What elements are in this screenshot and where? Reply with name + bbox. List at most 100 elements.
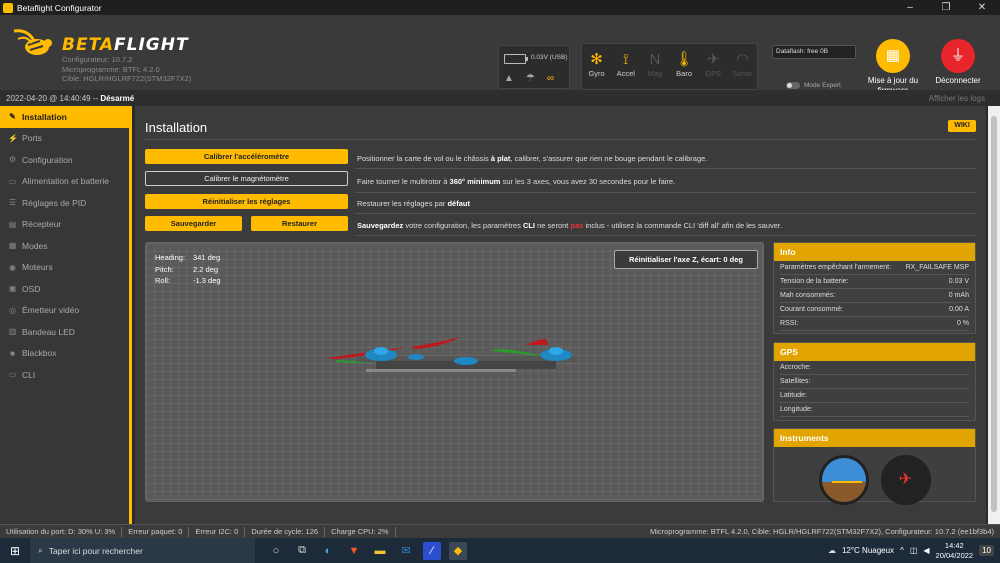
sidebar-item-configuration[interactable]: ⚙ Configuration (0, 149, 129, 171)
sensor-mag: N Mag (640, 44, 669, 89)
page-scrollbar[interactable] (988, 106, 1000, 524)
bee-logo-icon (13, 29, 52, 55)
windows-start-icon[interactable]: ⊞ (0, 544, 30, 558)
edge-icon[interactable]: ◐ (319, 542, 337, 560)
dataflash-status: Dataflash: free 0B (772, 45, 858, 71)
sidebar-item-bandeau-led[interactable]: ▥ Bandeau LED (0, 321, 129, 343)
info-title: Info (774, 243, 975, 261)
scrollbar-thumb[interactable] (991, 116, 997, 512)
configurator-version: Configurateur: 10.7.2 (62, 55, 133, 64)
calibrate-magnetometer-button[interactable]: Calibrer le magnétomètre (145, 171, 348, 186)
disconnect-button[interactable]: ⏚ Déconnecter (928, 39, 988, 86)
info-row: Paramètres empêchant l'armement: RX_FAILS… (780, 261, 969, 275)
info-row: Courant consommé: 0.00 A (780, 303, 969, 317)
sidebar-item--metteur-vid-o[interactable]: ◎ Émetteur vidéo (0, 300, 129, 322)
sidebar-item-alimentation-et-batterie[interactable]: ▭ Alimentation et batterie (0, 171, 129, 193)
info-row-value: RX_FAILSAFE MSP (905, 264, 969, 271)
window-title: Betaflight Configurator (17, 2, 102, 13)
update-firmware-button[interactable]: ▦ Mise à jour du firmware (862, 39, 924, 96)
reset-settings-button[interactable]: Réinitialiser les réglages (145, 194, 348, 209)
heading-value: 341 deg (193, 253, 221, 262)
task-view-icon[interactable]: ⧉ (293, 542, 311, 560)
sidebar-item-ports[interactable]: ⚡ Ports (0, 128, 129, 150)
sidebar-item-modes[interactable]: ▦ Modes (0, 235, 129, 257)
mail-icon[interactable]: ✉ (397, 542, 415, 560)
sidebar-item-cli[interactable]: ▭ CLI (0, 364, 129, 386)
betaflight-taskbar-icon[interactable]: ◆ (449, 541, 467, 560)
sidebar-item-installation[interactable]: ✎ Installation (0, 106, 129, 128)
info-row-value: 0 % (956, 320, 969, 327)
sidebar-item-r-glages-de-pid[interactable]: ☰ Réglages de PID (0, 192, 129, 214)
file-explorer-icon[interactable]: ▬ (371, 542, 389, 560)
info-row: RSSI: 0 % (780, 317, 969, 331)
wiki-button[interactable]: WIKI (948, 120, 976, 132)
heading-indicator-icon: ✈ (880, 455, 931, 505)
info-row-label: Tension de la batterie: (780, 278, 849, 285)
clock[interactable]: 14:42 20/04/2022 (936, 541, 974, 561)
calibrate-mag-description: Faire tourner le multirotor à 360° minim… (357, 177, 676, 186)
version-footer: Microprogramme: BTFL 4.2.0, Cible: HGLR/… (649, 527, 994, 536)
sidebar-item-osd[interactable]: ▣ OSD (0, 278, 129, 300)
toggle-switch[interactable] (786, 82, 800, 89)
sensor-gyro: ✻ Gyro (582, 44, 611, 89)
cycle-time: Durée de cycle: 126 (245, 526, 326, 537)
page-title: Installation (145, 120, 208, 135)
backup-button[interactable]: Sauvegarder (145, 216, 242, 231)
divider (355, 213, 976, 214)
sidebar-item-moteurs[interactable]: ◉ Moteurs (0, 257, 129, 279)
version-info: Configurateur: 10.7.2 Microprogramme: BT… (62, 55, 191, 84)
gps-row: Satellites: (780, 375, 969, 389)
taskbar-search[interactable]: ⌕ Taper ici pour rechercher (30, 538, 255, 563)
quadcopter-model (326, 337, 576, 372)
restore-button[interactable]: Restaurer (251, 216, 348, 231)
info-row-label: Mah consommés: (780, 292, 836, 299)
network-icon[interactable]: ◫ (910, 546, 918, 555)
sensor-label: Gyro (588, 69, 605, 78)
minimize-button[interactable]: – (892, 0, 928, 15)
info-row: Mah consommés: 0 mAh (780, 289, 969, 303)
weather-text[interactable]: 12°C Nuageux (842, 546, 894, 555)
gps-title: GPS (774, 343, 975, 361)
app-header: BETAFLIGHT Configurateur: 10.7.2 Micropr… (0, 15, 1000, 95)
show-logs-link[interactable]: Afficher les logs (929, 94, 985, 103)
packet-error: Erreur paquet: 0 (122, 526, 190, 537)
close-button[interactable]: ✕ (964, 0, 1000, 15)
info-row-value: 0 mAh (948, 292, 969, 299)
volume-icon[interactable]: ◀ (923, 546, 929, 555)
calibrate-accelerometer-button[interactable]: Calibrer l'accéléromètre (145, 149, 348, 164)
cortana-icon[interactable]: ○ (267, 542, 285, 560)
model-view[interactable]: Heading: 341 deg Pitch: 2.2 deg Roll: -1.3 … (145, 242, 764, 502)
maximize-button[interactable]: ❐ (928, 0, 964, 15)
sensor-status: ✻ Gyro ⟟ Accel N Mag 🌡 Baro ✈ GPS ◠ Sonar (581, 43, 758, 90)
gear-icon: ⚙ (8, 155, 17, 165)
gps-row-label: Satellites: (780, 378, 811, 385)
sidebar-item-label: Modes (22, 240, 48, 251)
modes-icon: ▦ (8, 241, 17, 251)
sidebar-item-r-cepteur[interactable]: ▤ Récepteur (0, 214, 129, 236)
sidebar-item-label: Ports (22, 133, 42, 144)
divider (355, 168, 976, 169)
sidebar-item-label: Bandeau LED (22, 326, 75, 337)
reset-z-axis-button[interactable]: Réinitialiser l'axe Z, écart: 0 deg (614, 250, 758, 269)
cli-icon: ▭ (8, 370, 17, 380)
expert-mode-toggle[interactable]: Mode Expert (786, 82, 841, 89)
vtx-icon: ◎ (9, 305, 16, 315)
info-row-value: 0.03 V (948, 278, 969, 285)
blackbox-icon: ■ (10, 348, 15, 358)
motor-icon: ◉ (9, 262, 16, 272)
gps-row-label: Longitude: (780, 406, 813, 413)
sensor-label: Accel (616, 69, 635, 78)
osd-icon: ▣ (8, 284, 17, 294)
gps-row: Accroche: (780, 361, 969, 375)
app-icon-blue[interactable]: ∕ (423, 541, 441, 560)
sensor-label: Sonar (732, 69, 753, 78)
sidebar-item-label: OSD (22, 283, 41, 294)
info-row-label: RSSI: (780, 320, 799, 327)
sidebar-item-blackbox[interactable]: ■ Blackbox (0, 343, 129, 365)
notification-icon[interactable]: 10 (979, 545, 994, 556)
sidebar-item-label: Installation (22, 111, 67, 122)
tray-chevron-icon[interactable]: ^ (900, 546, 904, 555)
brand-name: BETAFLIGHT (62, 35, 189, 55)
brave-icon[interactable]: ▼ (345, 542, 363, 560)
title-divider (143, 139, 976, 140)
